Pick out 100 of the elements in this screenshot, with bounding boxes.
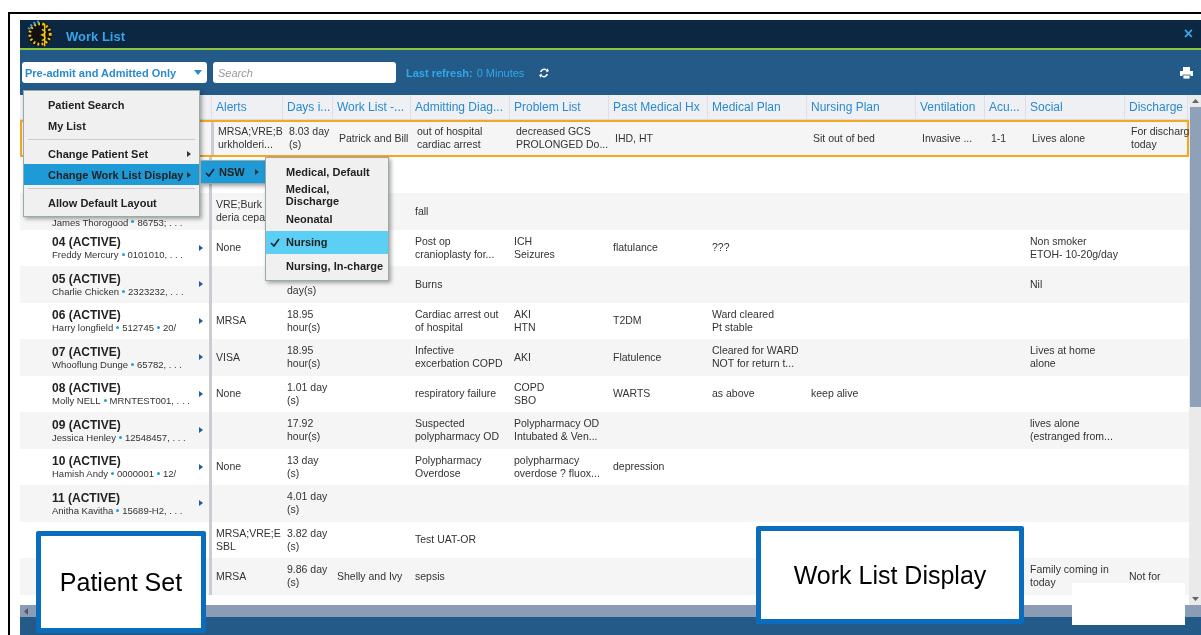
table-cell: COPD SBO	[514, 380, 545, 407]
expand-arrow-icon[interactable]	[199, 390, 203, 397]
patient-status: 06 (ACTIVE)	[52, 308, 122, 323]
patient-filter-dropdown[interactable]: Pre-admit and Admitted Only	[22, 62, 207, 83]
table-cell: ???	[712, 241, 730, 255]
table-cell: Lives alone	[1032, 131, 1086, 145]
table-cell: 1.01 day (s)	[287, 380, 328, 407]
table-cell: out of hospital cardiac arrest	[417, 125, 483, 152]
table-cell: Suspected polypharmacy OD	[415, 417, 500, 444]
table-cell: 8.03 day (s)	[289, 125, 330, 152]
table-cell: VRE;Burk deria cepa	[216, 198, 266, 225]
table-cell: VISA	[216, 350, 240, 364]
patient-status: 10 (ACTIVE)	[52, 454, 122, 469]
table-cell: Polypharmacy OD Intubated & Ven...	[514, 417, 600, 444]
table-cell: 4.01 day (s)	[287, 490, 328, 517]
caret-icon	[194, 70, 202, 75]
refresh-label: Last refresh:	[406, 66, 473, 79]
table-cell: 18.95 hour(s)	[287, 344, 321, 371]
menu-item[interactable]: Neonatal	[266, 207, 388, 231]
table-cell: MRSA;VRE;E SBL	[216, 526, 281, 553]
menu-item[interactable]: Nursing	[266, 230, 388, 254]
table-row[interactable]: 07 (ACTIVE) Whooflung Dunge 65782, . . . VISA 18.95 hour(s) Infective excerbation COPD AKI Flatulence Cleared for WARD NOT for return t... Lives at home alone	[20, 339, 1189, 376]
patient-details: Whooflung Dunge 65782, . . .	[52, 358, 183, 370]
vertical-scrollbar[interactable]	[1189, 95, 1201, 605]
table-cell: IHD, HT	[615, 131, 653, 145]
table-row[interactable]: 09 (ACTIVE) Jessica Henley 12548457, . . . 17.92 hour(s) Suspected polypharmacy OD Polypharmacy OD Intubated & Ven... lives alone (estranged from...	[20, 412, 1189, 449]
patient-status: 08 (ACTIVE)	[52, 381, 122, 396]
table-cell: keep alive	[811, 387, 859, 401]
table-cell: Shelly and Ivy	[337, 569, 403, 583]
table-cell: None	[216, 387, 242, 401]
table-cell: depression	[613, 460, 665, 474]
patient-status: 04 (ACTIVE)	[52, 235, 122, 250]
table-cell: Test UAT-OR	[415, 533, 477, 547]
close-button[interactable]: ×	[1181, 25, 1195, 43]
table-cell: Cleared for WARD NOT for return t...	[712, 344, 799, 371]
expand-arrow-icon[interactable]	[199, 317, 203, 324]
table-cell: Sit out of bed	[813, 131, 875, 145]
scroll-left-icon[interactable]	[24, 607, 28, 615]
print-icon[interactable]	[1180, 66, 1193, 79]
menu-item[interactable]: NSW	[201, 161, 265, 183]
patient-status: 11 (ACTIVE)	[52, 490, 121, 505]
expand-arrow-icon[interactable]	[199, 463, 203, 470]
table-cell: AKI	[514, 350, 531, 364]
table-cell: Ward cleared Pt stable	[712, 307, 775, 334]
patient-details: Freddy Mercury 0101010, . . .	[52, 249, 184, 261]
table-cell: MRSA	[216, 569, 247, 583]
table-cell: 3.82 day (s)	[287, 526, 328, 553]
table-row[interactable]: 11 (ACTIVE) Anitha Kavitha 15689-H2, . . . 4.01 day (s)	[20, 485, 1189, 522]
table-cell: Post op cranioplasty for...	[415, 234, 495, 261]
patient-details: Harry longfield 512745 20/	[52, 322, 178, 334]
menu-item[interactable]: Allow Default Layout	[24, 192, 199, 213]
table-cell: 1-1	[991, 131, 1007, 145]
table-cell: as above	[712, 387, 755, 401]
table-cell: Patrick and Bill	[339, 131, 409, 145]
menu-item[interactable]: Patient Search	[24, 94, 199, 115]
patient-status: 07 (ACTIVE)	[52, 344, 122, 359]
table-cell: MRSA;VRE;B urkholderi...	[218, 125, 283, 152]
callout-label: Patient Set	[36, 531, 206, 633]
table-cell: Polypharmacy Overdose	[415, 453, 482, 480]
table-cell: lives alone (estranged from...	[1030, 417, 1113, 444]
search-field[interactable]: Search	[213, 62, 396, 83]
scrollbar-thumb[interactable]	[1189, 107, 1201, 407]
table-cell: None	[216, 460, 242, 474]
logo-icon	[26, 20, 54, 48]
menu-item[interactable]: Change Work List Display	[24, 164, 199, 185]
expand-arrow-icon[interactable]	[199, 500, 203, 507]
table-cell: sepsis	[415, 569, 445, 583]
table-cell: Infective excerbation COPD	[415, 344, 503, 371]
expand-arrow-icon[interactable]	[199, 244, 203, 251]
table-cell: Family coming in today	[1030, 563, 1109, 590]
table-cell: Nil	[1030, 277, 1043, 291]
table-cell: fall	[415, 204, 429, 218]
table-cell: Cardiac arrest out of hospital	[415, 307, 499, 334]
table-cell: Non smoker ETOH- 10-20g/day	[1030, 234, 1118, 261]
expand-arrow-icon[interactable]	[199, 427, 203, 434]
table-cell: 17.92 hour(s)	[287, 417, 321, 444]
expand-arrow-icon[interactable]	[199, 354, 203, 361]
refresh-time: 0 Minutes	[476, 66, 525, 79]
table-cell: WARTS	[613, 387, 651, 401]
table-cell: T2DM	[613, 314, 642, 328]
table-cell: 18.95 hour(s)	[287, 307, 321, 334]
scroll-down-icon[interactable]	[1191, 597, 1199, 601]
table-cell: decreased GCS PROLONGED Do...	[516, 125, 609, 152]
menu-item[interactable]: Medical, Default	[266, 160, 388, 184]
table-cell: polypharmacy overdose ? fluox...	[514, 453, 600, 480]
table-cell: Not for	[1129, 569, 1161, 583]
table-cell: 13 day (s)	[287, 453, 319, 480]
table-cell: flatulance	[613, 241, 658, 255]
patient-status: 09 (ACTIVE)	[52, 417, 122, 432]
patient-details: James Thorogood 86753; . . .	[52, 216, 184, 228]
table-cell: respiratory failure	[415, 387, 497, 401]
callout-label: Work List Display	[756, 526, 1024, 624]
expand-arrow-icon[interactable]	[199, 281, 203, 288]
table-cell: Flatulence	[613, 350, 662, 364]
table-cell: Lives at home alone	[1030, 344, 1096, 371]
table-cell: AKI HTN	[514, 307, 536, 334]
patient-details: Charlie Chicken 2323232, . . .	[52, 285, 185, 297]
scroll-up-icon[interactable]	[1191, 99, 1199, 103]
patient-details: Anitha Kavitha 15689-H2, . . .	[52, 504, 184, 516]
table-cell: ICH Seizures	[514, 234, 555, 261]
